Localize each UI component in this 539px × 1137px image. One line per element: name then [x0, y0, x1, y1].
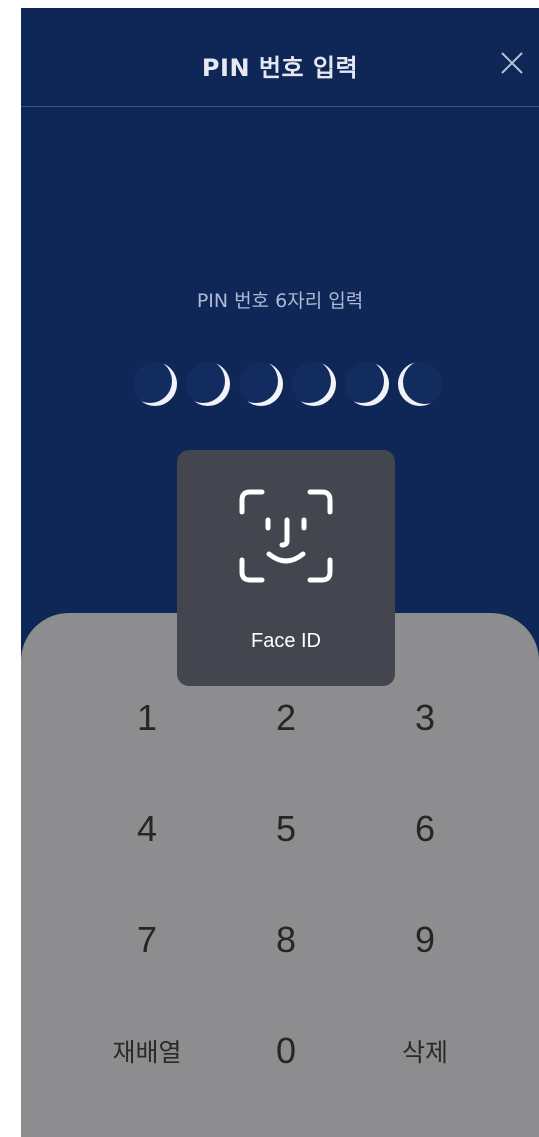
pin-prompt: PIN 번호 6자리 입력	[196, 290, 364, 312]
pin-dot	[398, 362, 442, 406]
shuffle-key[interactable]: 재배열	[77, 1011, 217, 1091]
pin-dot	[292, 362, 336, 406]
header: PIN 번호 입력	[21, 8, 539, 107]
close-button[interactable]	[495, 46, 529, 80]
key-1[interactable]: 1	[77, 678, 217, 758]
key-2[interactable]: 2	[216, 678, 356, 758]
key-7[interactable]: 7	[77, 900, 217, 980]
pin-dot	[186, 362, 230, 406]
key-3[interactable]: 3	[355, 678, 495, 758]
key-9[interactable]: 9	[355, 900, 495, 980]
key-4[interactable]: 4	[77, 789, 217, 869]
pin-dot	[239, 362, 283, 406]
page-title: PIN 번호 입력	[201, 54, 359, 82]
key-8[interactable]: 8	[216, 900, 356, 980]
face-id-icon	[239, 489, 333, 583]
face-id-overlay: Face ID	[177, 450, 395, 686]
key-0[interactable]: 0	[216, 1011, 356, 1091]
key-5[interactable]: 5	[216, 789, 356, 869]
pin-dot	[133, 362, 177, 406]
pin-entry-screen: PIN 번호 입력 PIN 번호 6자리 입력 1 2 3 4 5 6 7 8 …	[21, 8, 539, 1137]
close-icon	[501, 52, 523, 74]
key-6[interactable]: 6	[355, 789, 495, 869]
face-id-label: Face ID	[250, 630, 322, 652]
pin-dot	[345, 362, 389, 406]
delete-key[interactable]: 삭제	[355, 1011, 495, 1091]
number-keypad: 1 2 3 4 5 6 7 8 9 재배열 0 삭제	[21, 613, 539, 1137]
pin-indicator	[133, 362, 443, 408]
